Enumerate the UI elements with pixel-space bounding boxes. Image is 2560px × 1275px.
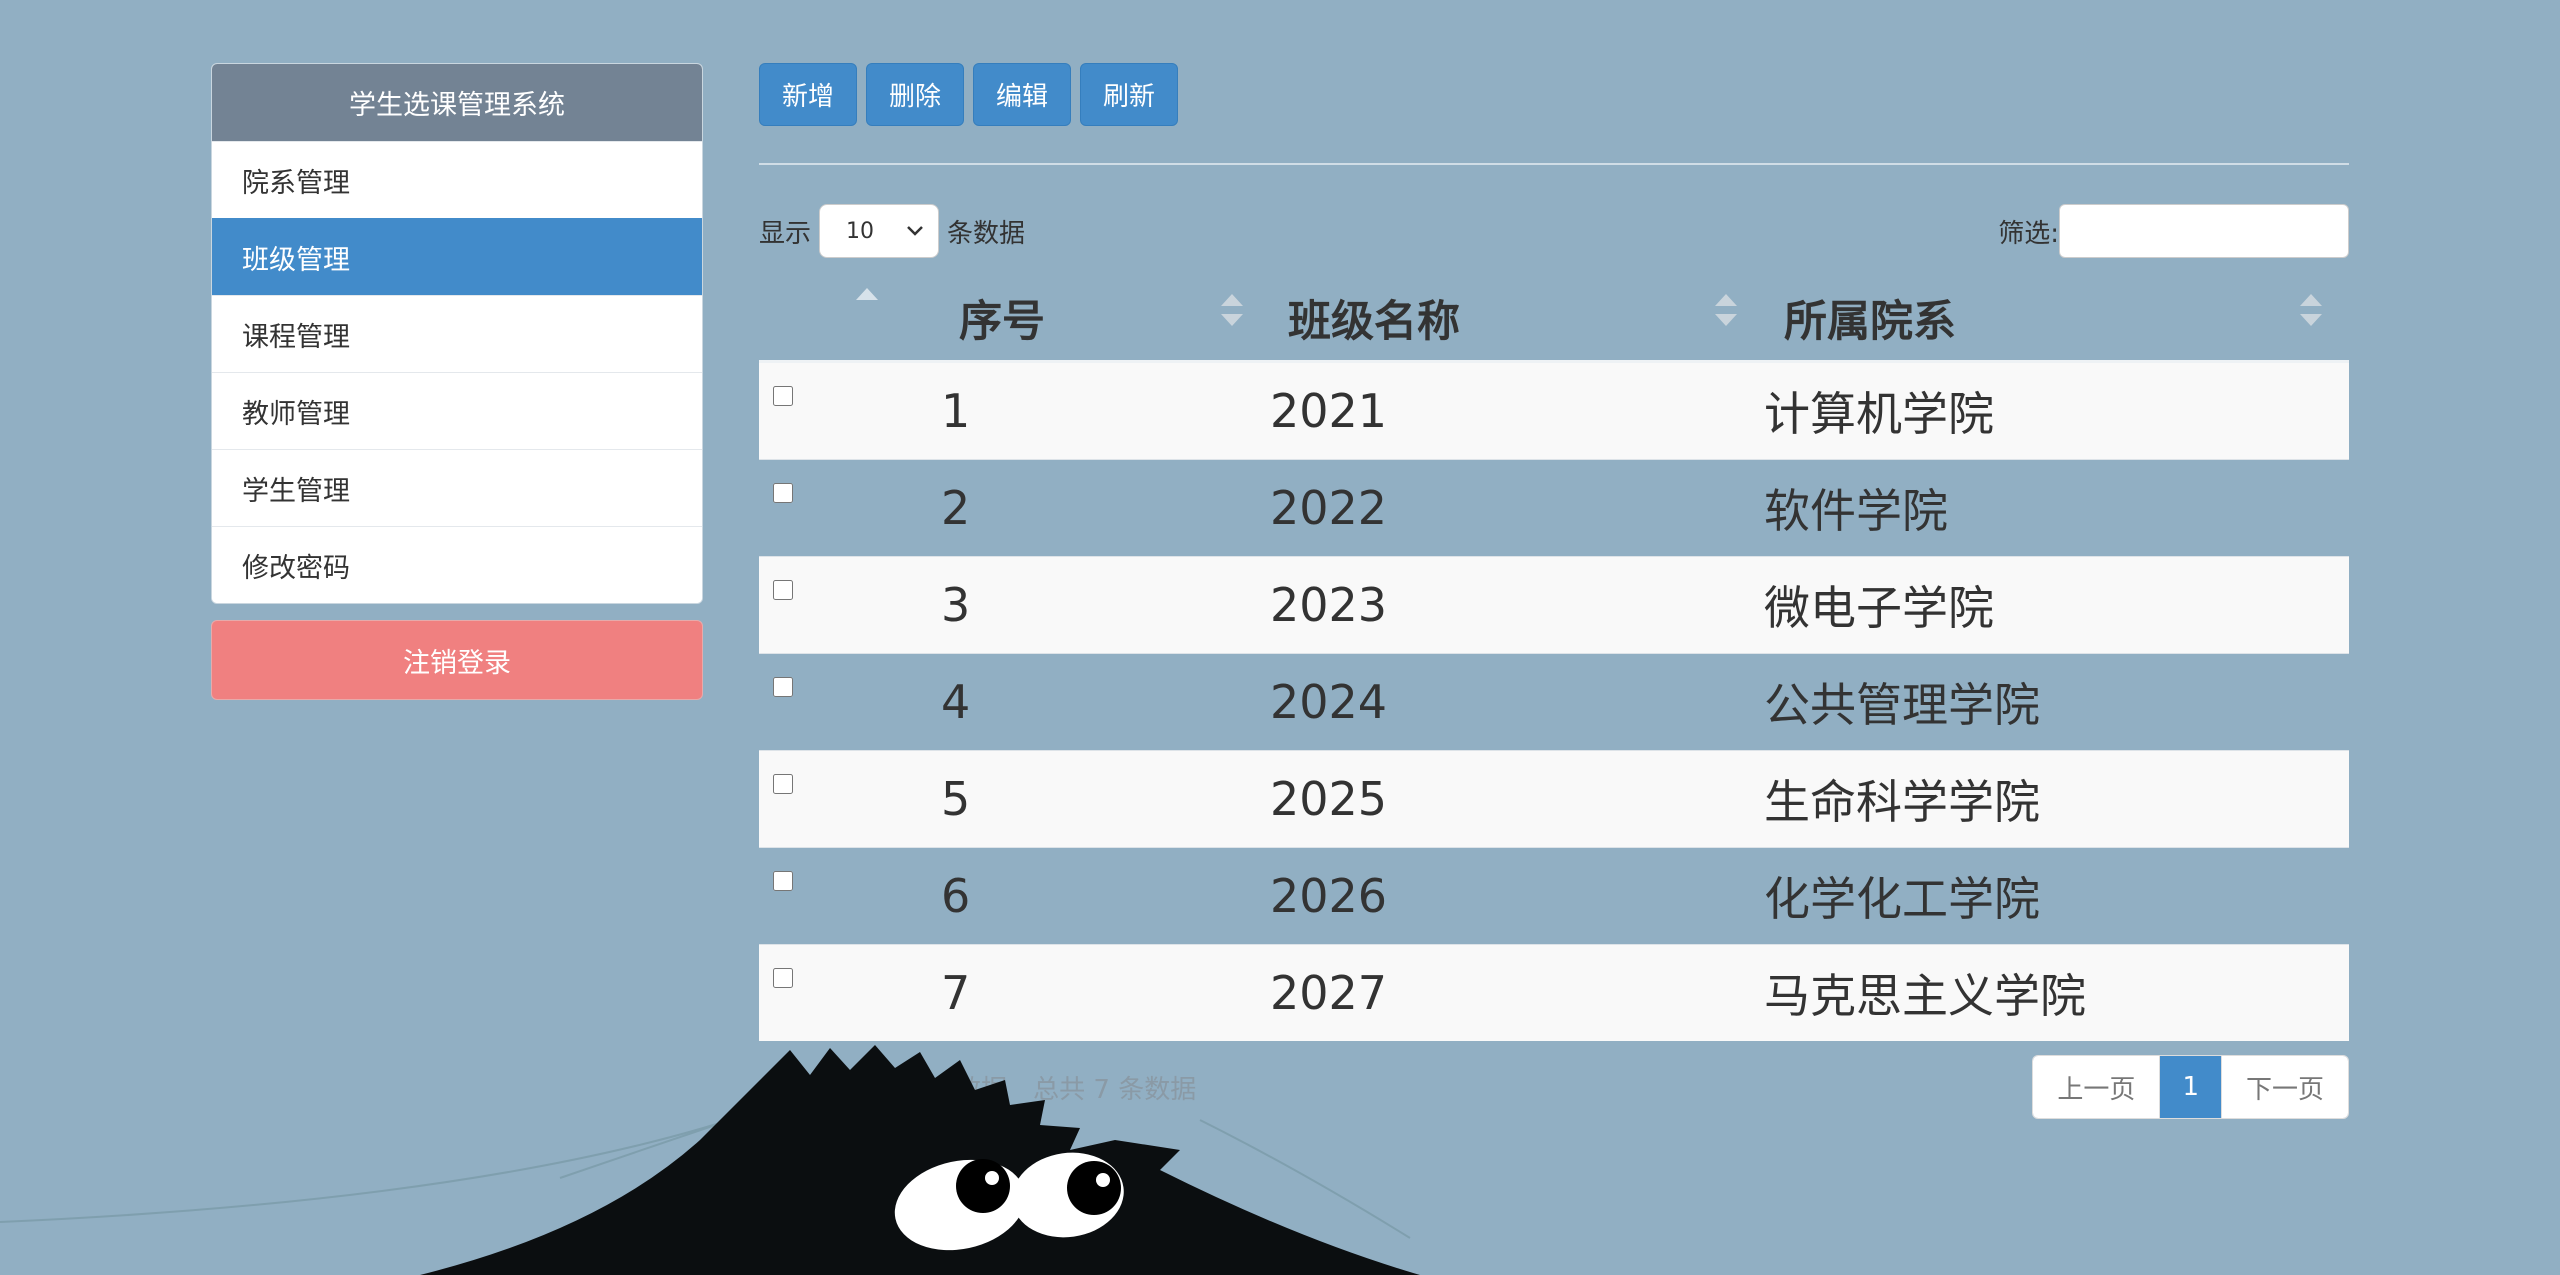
column-header-department-label: 所属院系 xyxy=(1784,297,1956,347)
sidebar-item-change-password[interactable]: 修改密码 xyxy=(212,526,702,603)
cell-id: 2 xyxy=(941,481,971,535)
column-header-department[interactable]: 所属院系 xyxy=(1764,276,2349,363)
page-button-current[interactable]: 1 xyxy=(2159,1056,2221,1118)
table-row[interactable]: 2 2022 软件学院 xyxy=(759,459,2349,557)
column-header-id[interactable]: 序号 xyxy=(941,276,1270,363)
cell-department: 软件学院 xyxy=(1764,484,1948,538)
cell-class-name: 2025 xyxy=(1270,772,1388,826)
row-checkbox-cell xyxy=(759,557,941,654)
sidebar-title: 学生选课管理系统 xyxy=(212,64,702,141)
show-suffix-label: 条数据 xyxy=(947,218,1026,249)
row-checkbox[interactable] xyxy=(773,871,793,891)
row-checkbox[interactable] xyxy=(773,968,793,988)
edit-button[interactable]: 编辑 xyxy=(973,63,1072,126)
logout-button[interactable]: 注销登录 xyxy=(211,620,703,700)
sidebar-item-student[interactable]: 学生管理 xyxy=(212,449,702,526)
cell-department: 化学化工学院 xyxy=(1764,872,2040,926)
show-prefix-label: 显示 xyxy=(759,218,812,249)
sort-both-icon xyxy=(1715,294,1737,326)
cell-department: 微电子学院 xyxy=(1764,581,1994,635)
cell-class-name: 2021 xyxy=(1270,384,1388,438)
cell-id: 6 xyxy=(941,869,971,923)
sidebar-item-class[interactable]: 班级管理 xyxy=(212,218,702,295)
sidebar-item-department[interactable]: 院系管理 xyxy=(212,141,702,218)
toolbar: 新增 删除 编辑 刷新 xyxy=(759,63,2349,126)
prev-page-button[interactable]: 上一页 xyxy=(2033,1056,2160,1118)
column-header-class-name[interactable]: 班级名称 xyxy=(1270,276,1764,363)
table-header-row: 序号 班级名称 所属院系 xyxy=(759,276,2349,363)
refresh-button[interactable]: 刷新 xyxy=(1080,63,1179,126)
cell-department: 马克思主义学院 xyxy=(1764,969,2086,1023)
cell-department: 生命科学学院 xyxy=(1764,775,2040,829)
add-button[interactable]: 新增 xyxy=(759,63,858,126)
row-checkbox-cell xyxy=(759,460,941,557)
pagination: 上一页 1 下一页 xyxy=(2032,1055,2349,1119)
sort-both-icon xyxy=(1221,294,1243,326)
row-checkbox[interactable] xyxy=(773,580,793,600)
class-table: 序号 班级名称 所属院系 1 2021 计算机学院 2 2022 软件学院 3 … xyxy=(759,276,2349,1041)
table-row[interactable]: 4 2024 公共管理学院 xyxy=(759,653,2349,751)
filter-input[interactable] xyxy=(2059,204,2349,258)
row-checkbox-cell xyxy=(759,848,941,945)
row-checkbox[interactable] xyxy=(773,386,793,406)
cell-id: 4 xyxy=(941,675,971,729)
filter-control: 筛选: xyxy=(1998,204,2349,258)
row-checkbox[interactable] xyxy=(773,483,793,503)
row-checkbox-cell xyxy=(759,751,941,848)
sidebar-item-teacher[interactable]: 教师管理 xyxy=(212,372,702,449)
column-header-id-label: 序号 xyxy=(959,297,1045,347)
sort-asc-icon xyxy=(856,288,878,300)
chevron-down-icon xyxy=(907,226,923,236)
cell-class-name: 2026 xyxy=(1270,869,1388,923)
row-checkbox-cell xyxy=(759,362,941,460)
column-header-class-name-label: 班级名称 xyxy=(1288,297,1460,347)
cell-id: 1 xyxy=(941,384,971,438)
table-row[interactable]: 1 2021 计算机学院 xyxy=(759,361,2349,460)
table-footer: 当前第 1 至 7 条数据 总共 7 条数据 上一页 1 下一页 xyxy=(759,1055,2349,1119)
cell-department: 公共管理学院 xyxy=(1764,678,2040,732)
table-row[interactable]: 6 2026 化学化工学院 xyxy=(759,847,2349,945)
table-row[interactable]: 3 2023 微电子学院 xyxy=(759,556,2349,654)
cell-class-name: 2024 xyxy=(1270,675,1388,729)
cell-id: 5 xyxy=(941,772,971,826)
row-checkbox[interactable] xyxy=(773,774,793,794)
row-checkbox-cell xyxy=(759,654,941,751)
sidebar: 学生选课管理系统 院系管理 班级管理 课程管理 教师管理 学生管理 修改密码 注… xyxy=(211,63,703,700)
table-row[interactable]: 7 2027 马克思主义学院 xyxy=(759,944,2349,1042)
cell-id: 3 xyxy=(941,578,971,632)
cell-class-name: 2027 xyxy=(1270,966,1388,1020)
table-row[interactable]: 5 2025 生命科学学院 xyxy=(759,750,2349,848)
sort-both-icon xyxy=(2300,294,2322,326)
cell-class-name: 2023 xyxy=(1270,578,1388,632)
page-size-value: 10 xyxy=(846,218,875,244)
next-page-button[interactable]: 下一页 xyxy=(2220,1056,2348,1118)
toolbar-divider xyxy=(759,163,2349,165)
cell-class-name: 2022 xyxy=(1270,481,1388,535)
cell-department: 计算机学院 xyxy=(1764,387,1994,441)
cell-id: 7 xyxy=(941,966,971,1020)
sidebar-panel: 学生选课管理系统 院系管理 班级管理 课程管理 教师管理 学生管理 修改密码 xyxy=(211,63,703,604)
row-checkbox-cell xyxy=(759,945,941,1042)
table-controls: 显示 10 条数据 筛选: xyxy=(759,203,2349,259)
table-info: 当前第 1 至 7 条数据 总共 7 条数据 xyxy=(759,1074,1197,1105)
page: 学生选课管理系统 院系管理 班级管理 课程管理 教师管理 学生管理 修改密码 注… xyxy=(0,0,2560,1275)
sidebar-item-course[interactable]: 课程管理 xyxy=(212,295,702,372)
row-checkbox[interactable] xyxy=(773,677,793,697)
filter-label: 筛选: xyxy=(1998,218,2059,249)
main-content: 新增 删除 编辑 刷新 显示 10 条数据 筛选: 序号 班级名称 所属院系 1… xyxy=(759,63,2349,1119)
page-size-select[interactable]: 10 xyxy=(819,204,940,258)
page-length-control: 显示 10 条数据 xyxy=(759,204,1025,258)
delete-button[interactable]: 删除 xyxy=(866,63,965,126)
column-header-select[interactable] xyxy=(759,276,941,363)
